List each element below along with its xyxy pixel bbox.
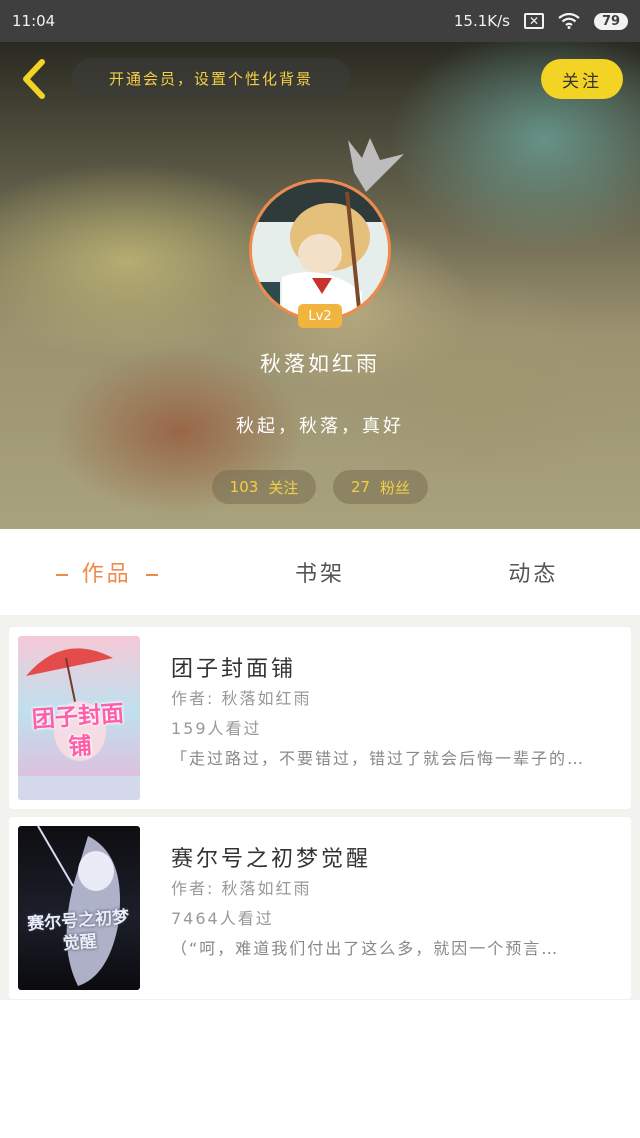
tab-activity-label: 动态	[508, 562, 559, 587]
level-badge: Lv2	[298, 304, 342, 328]
fans-count-button[interactable]: 27 粉丝	[333, 470, 428, 504]
close-box-icon: ✕	[524, 13, 544, 29]
tab-bar: 作品 书架 动态	[0, 529, 640, 615]
book-title: 赛尔号之初梦觉醒	[171, 847, 372, 872]
works-list: 团子封面铺 团子封面铺 作者: 秋落如红雨 159人看过 「走过路过，不要错过，…	[0, 615, 640, 1000]
tab-indicator-left	[55, 574, 68, 576]
nickname: 秋落如红雨	[260, 352, 380, 376]
book-cover: 团子封面铺	[18, 636, 140, 800]
follow-button[interactable]: 关注	[541, 59, 623, 99]
tab-indicator-right	[145, 574, 158, 576]
battery-icon: 79	[594, 12, 628, 30]
following-count-button[interactable]: 103 关注	[212, 470, 316, 504]
following-label: 关注	[268, 478, 299, 497]
book-excerpt: 「走过路过，不要错过，错过了就会后悔一辈子的…	[171, 749, 586, 768]
status-bar: 11:04 15.1K/s ✕ 79	[0, 0, 640, 42]
network-speed: 15.1K/s	[453, 12, 510, 30]
avatar[interactable]	[249, 179, 391, 321]
avatar-image	[252, 182, 388, 318]
vip-banner[interactable]: 开通会员，设置个性化背景	[72, 58, 350, 98]
book-title: 团子封面铺	[171, 657, 297, 682]
book-author: 作者: 秋落如红雨	[171, 879, 312, 898]
book-views: 159人看过	[171, 719, 262, 738]
tab-activity[interactable]: 动态	[427, 556, 640, 588]
work-card[interactable]: 团子封面铺 团子封面铺 作者: 秋落如红雨 159人看过 「走过路过，不要错过，…	[9, 627, 631, 809]
back-chevron-icon[interactable]	[14, 56, 54, 102]
work-card[interactable]: 赛尔号之初梦觉醒 赛尔号之初梦觉醒 作者: 秋落如红雨 7464人看过 （“呵，…	[9, 817, 631, 999]
tab-works-label: 作品	[81, 562, 132, 587]
profile-header: 开通会员，设置个性化背景 关注 Lv2 秋落如红雨 秋起，秋落，真好 103 关…	[0, 42, 640, 529]
status-time: 11:04	[12, 12, 56, 30]
fans-label: 粉丝	[380, 478, 411, 497]
book-author: 作者: 秋落如红雨	[171, 689, 312, 708]
tab-bookshelf[interactable]: 书架	[213, 556, 426, 588]
wifi-icon	[558, 13, 580, 29]
fans-count: 27	[350, 478, 371, 496]
book-views: 7464人看过	[171, 909, 274, 928]
cover-title-text: 团子封面铺	[31, 700, 125, 761]
tab-works[interactable]: 作品	[0, 556, 213, 588]
status-icons: 15.1K/s ✕ 79	[454, 12, 628, 30]
cover-title-text: 赛尔号之初梦觉醒	[26, 907, 130, 955]
following-count: 103	[229, 478, 259, 496]
signature: 秋起，秋落，真好	[236, 416, 404, 437]
book-excerpt: （“呵，难道我们付出了这么多，就因一个预言…	[171, 939, 560, 958]
tab-bookshelf-label: 书架	[294, 562, 345, 587]
book-cover: 赛尔号之初梦觉醒	[18, 826, 140, 990]
